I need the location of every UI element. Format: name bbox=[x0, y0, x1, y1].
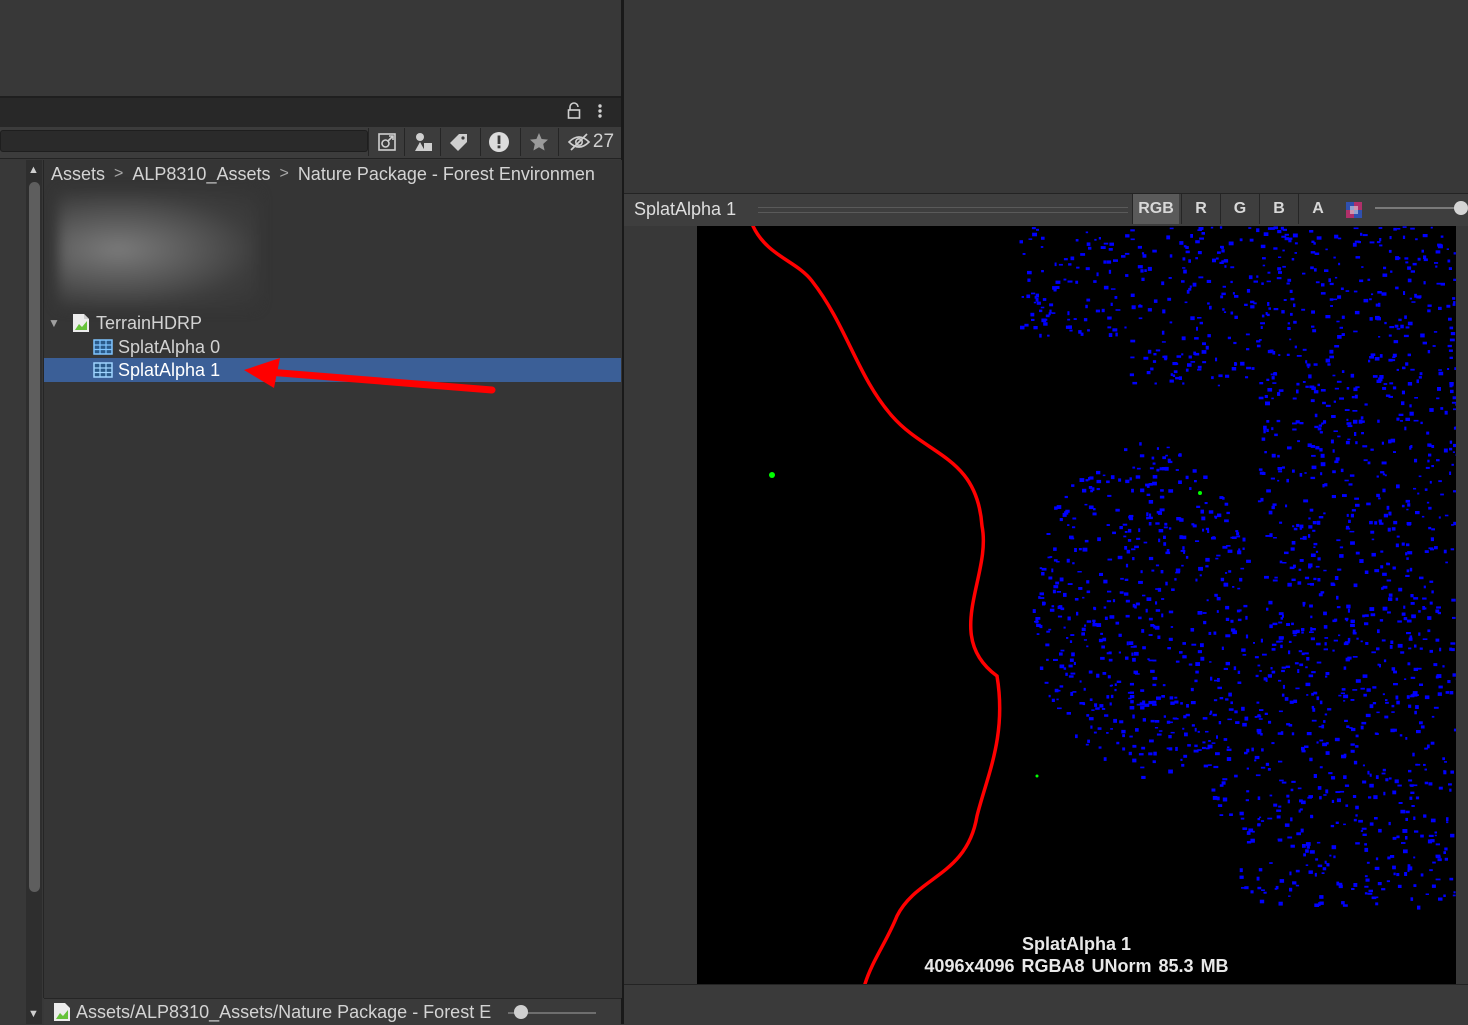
chevron-right-icon: > bbox=[114, 165, 123, 183]
preview-drag-handle[interactable] bbox=[758, 207, 1128, 213]
mip-level-slider-handle[interactable] bbox=[1454, 201, 1468, 215]
star-icon bbox=[528, 131, 550, 153]
splat-texture-image bbox=[697, 226, 1456, 984]
lock-icon[interactable] bbox=[566, 102, 582, 120]
filter-by-log-type-button[interactable] bbox=[480, 128, 517, 156]
favorites-button[interactable] bbox=[520, 128, 557, 156]
tree-item-label: SplatAlpha 0 bbox=[118, 337, 220, 358]
filter-by-type-button[interactable] bbox=[404, 128, 441, 156]
breadcrumb-item-nature-package[interactable]: Nature Package - Forest Environmen bbox=[298, 164, 595, 185]
texture-grid-icon bbox=[92, 337, 114, 357]
search-by-type-button[interactable] bbox=[368, 128, 405, 156]
kebab-menu-icon[interactable] bbox=[594, 102, 606, 120]
texture-info-label: 4096x4096 RGBA8 UNorm 85.3 MB bbox=[697, 956, 1456, 977]
texture-grid-icon bbox=[92, 360, 114, 380]
preview-footer bbox=[624, 984, 1468, 1025]
scrollbar-thumb[interactable] bbox=[29, 182, 40, 892]
channel-b-button[interactable]: B bbox=[1259, 194, 1298, 224]
blurred-thumbnail bbox=[58, 192, 258, 307]
breadcrumb: Assets > ALP8310_Assets > Nature Package… bbox=[44, 160, 621, 188]
mipmap-icon bbox=[1346, 202, 1362, 218]
tree-item-label: TerrainHDRP bbox=[96, 313, 202, 334]
tree-item-terrain[interactable]: ▼ TerrainHDRP bbox=[44, 311, 621, 335]
tree-item-splatalpha-0[interactable]: SplatAlpha 0 bbox=[44, 335, 621, 359]
inspector-empty-area bbox=[624, 0, 1468, 192]
shapes-icon bbox=[412, 131, 434, 153]
terrain-asset-icon bbox=[70, 313, 92, 333]
red-annotation-arrow-icon bbox=[240, 358, 500, 398]
hidden-packages-count: 27 bbox=[593, 131, 614, 153]
icon-size-slider-handle[interactable] bbox=[514, 1005, 528, 1019]
preview-title: SplatAlpha 1 bbox=[634, 199, 736, 220]
left-empty-panel bbox=[0, 0, 621, 96]
breadcrumb-item-assets[interactable]: Assets bbox=[51, 164, 105, 185]
mip-level-slider-track[interactable] bbox=[1375, 207, 1460, 209]
channel-r-button[interactable]: R bbox=[1181, 194, 1220, 224]
breadcrumb-item-alp-assets[interactable]: ALP8310_Assets bbox=[132, 164, 270, 185]
project-search-input[interactable] bbox=[0, 130, 368, 152]
channel-a-button[interactable]: A bbox=[1298, 194, 1337, 224]
selected-asset-path: Assets/ALP8310_Assets/Nature Package - F… bbox=[76, 1002, 491, 1023]
channel-g-button[interactable]: G bbox=[1220, 194, 1259, 224]
texture-preview[interactable] bbox=[697, 226, 1456, 984]
tree-item-label: SplatAlpha 1 bbox=[118, 360, 220, 381]
texture-name-label: SplatAlpha 1 bbox=[697, 934, 1456, 955]
chevron-right-icon: > bbox=[279, 165, 288, 183]
terrain-asset-icon bbox=[51, 1002, 73, 1022]
project-tab-strip bbox=[0, 96, 621, 129]
hidden-packages-button[interactable]: 27 bbox=[558, 128, 622, 156]
eye-slash-icon bbox=[567, 131, 591, 153]
tag-icon bbox=[448, 131, 470, 153]
filter-by-label-button[interactable] bbox=[440, 128, 477, 156]
channel-rgb-button[interactable]: RGB bbox=[1132, 194, 1179, 224]
warning-icon bbox=[488, 131, 510, 153]
expand-triangle-icon[interactable]: ▼ bbox=[48, 316, 60, 330]
scroll-up-arrow-icon[interactable]: ▲ bbox=[28, 164, 39, 176]
scroll-down-arrow-icon[interactable]: ▼ bbox=[28, 1008, 39, 1020]
external-search-icon bbox=[376, 131, 398, 153]
